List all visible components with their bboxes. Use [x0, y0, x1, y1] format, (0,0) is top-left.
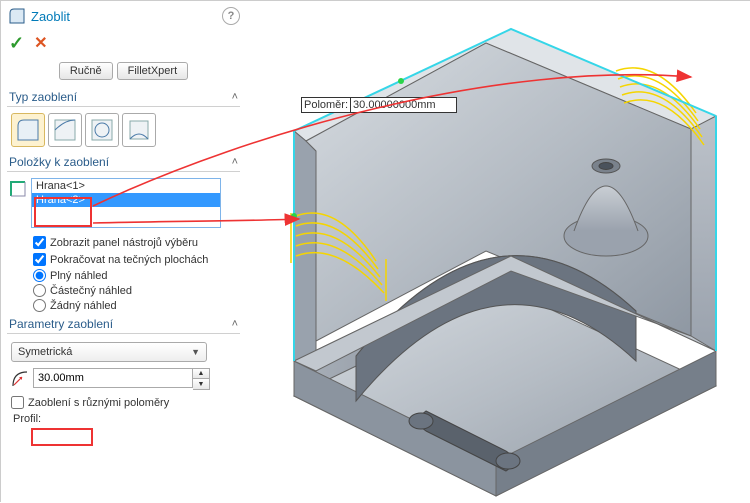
spin-buttons: ▲ ▼	[193, 368, 210, 390]
edge-selection-icon	[9, 180, 27, 198]
divider	[7, 171, 240, 172]
caret-down-icon: ▼	[191, 347, 200, 357]
checkbox-show-toolbar-input[interactable]	[33, 236, 46, 249]
checkbox-tangent[interactable]: Pokračovat na tečných plochách	[33, 251, 240, 268]
spin-up-button[interactable]: ▲	[193, 369, 209, 379]
items-options: Zobrazit panel nástrojů výběru Pokračova…	[7, 234, 240, 313]
radio-partial-preview-label: Částečný náhled	[50, 285, 132, 297]
list-item[interactable]: Hrana<1>	[32, 179, 220, 193]
tab-manual[interactable]: Ručně	[59, 62, 113, 80]
radius-row: ▲ ▼	[11, 362, 240, 394]
section-header-items: Položky k zaoblení ˄	[7, 151, 240, 171]
checkbox-tangent-input[interactable]	[33, 253, 46, 266]
fillet-type-constant-button[interactable]	[11, 113, 45, 147]
symmetry-select[interactable]: Symetrická ▼	[11, 342, 207, 362]
radio-no-preview[interactable]: Žádný náhled	[33, 298, 240, 313]
edges-listbox[interactable]: Hrana<1> Hrana<2>	[31, 178, 221, 228]
radio-partial-preview[interactable]: Částečný náhled	[33, 283, 240, 298]
radius-callout-value[interactable]: 30.00000000mm	[351, 98, 456, 112]
help-icon[interactable]: ?	[222, 7, 240, 25]
items-block: Hrana<1> Hrana<2>	[7, 176, 240, 234]
radio-full-preview[interactable]: Plný náhled	[33, 268, 240, 283]
panel-title: Zaoblit	[31, 9, 222, 24]
radio-no-preview-label: Žádný náhled	[50, 300, 117, 312]
fillet-feature-icon	[7, 6, 27, 26]
tab-filletxpert[interactable]: FilletXpert	[117, 62, 189, 80]
divider	[7, 106, 240, 107]
fillet-type-face-button[interactable]	[85, 113, 119, 147]
radius-icon	[11, 370, 29, 388]
mode-tabs: Ručně FilletXpert	[7, 60, 240, 86]
fillet-type-full-round-button[interactable]	[122, 113, 156, 147]
checkbox-vary-radius-label: Zaoblení s různými poloměry	[28, 397, 169, 409]
spin-down-button[interactable]: ▼	[193, 379, 209, 389]
divider	[7, 333, 240, 334]
radio-full-preview-label: Plný náhled	[50, 270, 108, 282]
radius-spin-input[interactable]: ▲ ▼	[33, 368, 210, 390]
graphics-viewport[interactable]: Poloměr: 30.00000000mm	[246, 1, 750, 503]
panel-header: Zaoblit ?	[7, 1, 240, 29]
checkbox-show-toolbar[interactable]: Zobrazit panel nástrojů výběru	[33, 234, 240, 251]
list-item[interactable]: Hrana<2>	[32, 193, 220, 207]
confirm-row: ✓ ✕	[7, 29, 240, 60]
profile-label: Profil:	[7, 411, 240, 425]
checkbox-vary-radius-input[interactable]	[11, 396, 24, 409]
section-title-items: Položky k zaoblení	[9, 155, 109, 169]
radius-input[interactable]	[33, 368, 193, 388]
collapse-items-icon[interactable]: ˄	[232, 156, 238, 168]
checkbox-tangent-label: Pokračovat na tečných plochách	[50, 254, 208, 266]
radio-full-preview-input[interactable]	[33, 269, 46, 282]
cancel-button[interactable]: ✕	[34, 33, 47, 54]
params-block: Symetrická ▼ ▲ ▼ Zaoblení s různými polo…	[7, 338, 240, 411]
ok-button[interactable]: ✓	[9, 33, 24, 54]
section-header-params: Parametry zaoblení ˄	[7, 313, 240, 333]
fillet-type-variable-button[interactable]	[48, 113, 82, 147]
section-title-type: Typ zaoblení	[9, 90, 77, 104]
radio-partial-preview-input[interactable]	[33, 284, 46, 297]
section-title-params: Parametry zaoblení	[9, 317, 113, 331]
symmetry-select-value: Symetrická	[18, 346, 72, 358]
fillet-type-row	[7, 111, 240, 151]
collapse-params-icon[interactable]: ˄	[232, 318, 238, 330]
section-header-type: Typ zaoblení ˄	[7, 86, 240, 106]
property-manager-panel: Zaoblit ? ✓ ✕ Ručně FilletXpert Typ zaob…	[1, 1, 246, 503]
checkbox-vary-radius[interactable]: Zaoblení s různými poloměry	[11, 394, 240, 411]
radius-callout-label: Poloměr:	[302, 98, 351, 112]
radio-no-preview-input[interactable]	[33, 299, 46, 312]
radius-callout[interactable]: Poloměr: 30.00000000mm	[301, 97, 457, 113]
collapse-type-icon[interactable]: ˄	[232, 91, 238, 103]
model-svg	[246, 1, 750, 503]
checkbox-show-toolbar-label: Zobrazit panel nástrojů výběru	[50, 237, 198, 249]
